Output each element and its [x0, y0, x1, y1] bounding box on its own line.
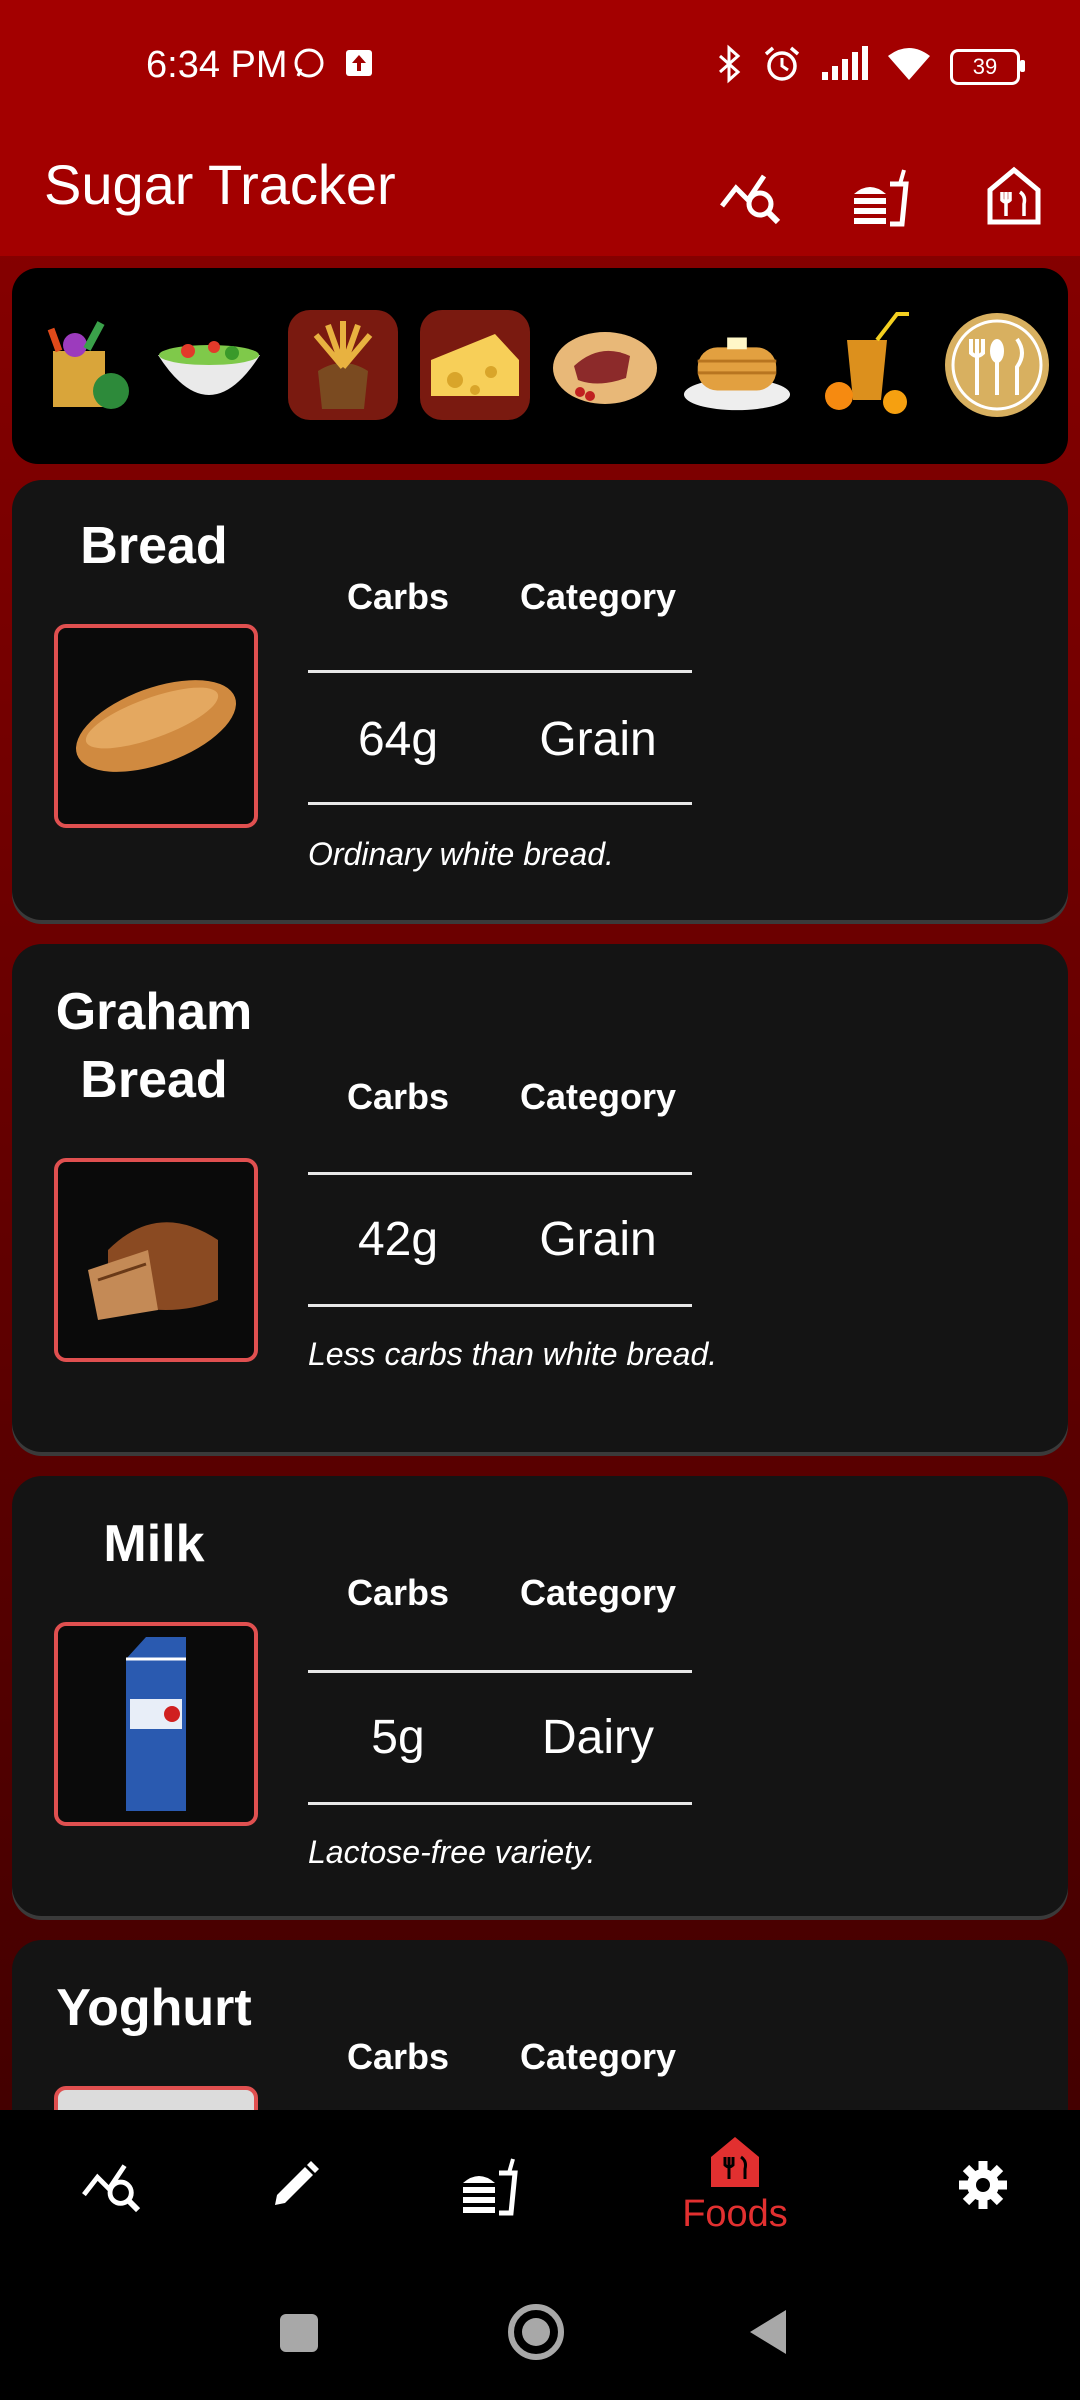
category-value: Grain: [539, 1213, 657, 1266]
juice-category-icon[interactable]: [812, 310, 922, 420]
divider: [308, 1670, 692, 1673]
alarm-icon: [762, 44, 802, 89]
bottom-navigation: Foods: [0, 2110, 1080, 2260]
nav-analytics[interactable]: [56, 2110, 166, 2260]
nav-meals[interactable]: [436, 2110, 546, 2260]
signal-icon: [820, 46, 868, 87]
meal-icon[interactable]: [836, 150, 928, 242]
groceries-category-icon[interactable]: [30, 310, 140, 420]
food-image: [54, 1622, 258, 1826]
home-button[interactable]: [508, 2304, 564, 2360]
category-strip: [12, 268, 1068, 464]
food-note: Lactose-free variety.: [308, 1834, 596, 1870]
meal-icon: [463, 2158, 518, 2216]
food-name: Yoghurt: [56, 1979, 252, 2037]
carbs-value: 42g: [357, 1213, 439, 1266]
status-time: 6:34 PM: [146, 44, 288, 86]
category-value: Dairy: [541, 1711, 654, 1764]
pancakes-category-icon[interactable]: [682, 310, 792, 420]
food-card[interactable]: Milk Carbs Category 5g Dairy Lactose-fre…: [12, 1476, 1068, 1916]
divider: [308, 1304, 692, 1307]
bluetooth-icon: [714, 44, 744, 89]
nav-settings[interactable]: [928, 2110, 1038, 2260]
grain-category-icon[interactable]: [288, 310, 398, 420]
food-name: Graham Bread: [55, 983, 253, 1109]
battery-icon: 39: [950, 48, 1025, 85]
carbs-header: Carbs: [346, 1076, 450, 1117]
cutlery-category-icon[interactable]: [942, 310, 1052, 420]
food-note: Less carbs than white bread.: [308, 1336, 718, 1372]
food-card[interactable]: Graham Bread Carbs Category 42g Grain Le…: [12, 944, 1068, 1452]
upload-icon: [344, 48, 374, 83]
carbs-header: Carbs: [346, 2036, 450, 2077]
foods-icon: [711, 2136, 759, 2187]
food-note: Ordinary white bread.: [308, 836, 614, 872]
category-header: Category: [519, 2036, 677, 2077]
category-value: Grain: [539, 713, 657, 766]
divider: [308, 670, 692, 673]
category-header: Category: [519, 1076, 677, 1117]
food-image: [54, 624, 258, 828]
meat-category-icon[interactable]: [550, 310, 660, 420]
nav-edit[interactable]: [240, 2110, 350, 2260]
carbs-value: 64g: [357, 713, 439, 766]
food-name: Milk: [103, 1515, 205, 1573]
food-name: Bread: [80, 517, 228, 575]
food-card[interactable]: Bread Carbs Category 64g Grain Ordinary …: [12, 480, 1068, 920]
analytics-icon[interactable]: [704, 150, 796, 242]
recents-button[interactable]: [280, 2314, 318, 2352]
battery-level: 39: [972, 53, 998, 79]
whatsapp-icon: [292, 46, 326, 85]
nav-foods[interactable]: Foods: [650, 2110, 820, 2260]
home-dot: [522, 2318, 550, 2346]
nav-foods-label: Foods: [682, 2192, 788, 2235]
divider: [308, 802, 692, 805]
divider: [308, 1802, 692, 1805]
analytics-icon: [82, 2164, 141, 2213]
divider: [308, 1172, 692, 1175]
system-navigation-bar: [0, 2260, 1080, 2400]
status-bar: 6:34 PM 39: [0, 0, 1080, 130]
carbs-value: 5g: [371, 1711, 425, 1764]
restaurant-icon[interactable]: [968, 150, 1060, 242]
category-header: Category: [519, 576, 677, 617]
salad-category-icon[interactable]: [154, 310, 264, 420]
settings-icon: [959, 2161, 1007, 2209]
carbs-header: Carbs: [346, 576, 450, 617]
wifi-icon: [886, 46, 932, 87]
category-header: Category: [519, 1572, 677, 1613]
app-title: Sugar Tracker: [44, 153, 396, 216]
carbs-header: Carbs: [346, 1572, 450, 1613]
food-image: [54, 1158, 258, 1362]
edit-icon: [275, 2161, 319, 2205]
app-bar: Sugar Tracker: [0, 130, 1080, 256]
cheese-category-icon[interactable]: [420, 310, 530, 420]
back-button[interactable]: [748, 2308, 788, 2356]
